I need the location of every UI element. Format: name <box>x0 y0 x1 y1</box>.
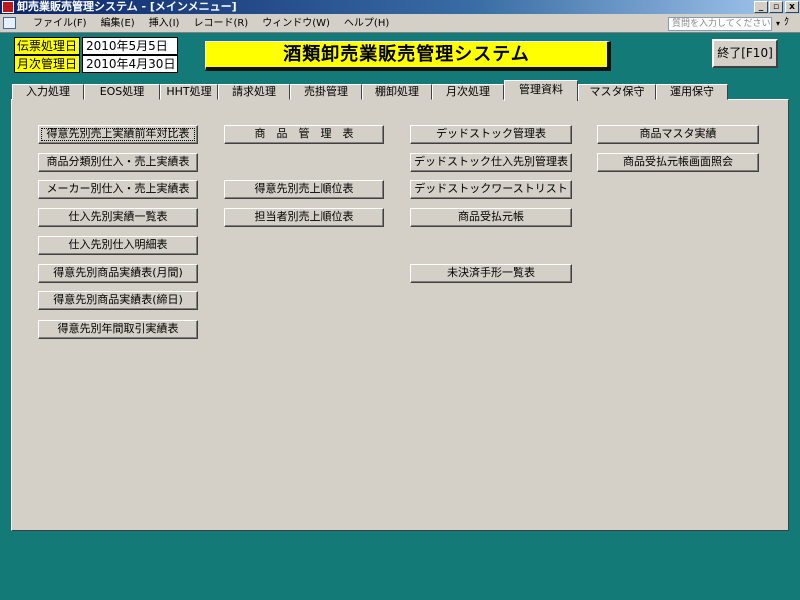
menu-insert[interactable]: 挿入(I) <box>142 14 187 33</box>
customer-sales-yoy-button[interactable]: 得意先別売上実績前年対比表 <box>38 125 198 144</box>
tab-input[interactable]: 入力処理 <box>12 84 84 100</box>
monthly-date-field[interactable]: 2010年4月30日 <box>82 55 178 73</box>
customer-annual-button[interactable]: 得意先別年間取引実績表 <box>38 320 198 339</box>
deadstock-management-button[interactable]: デッドストック管理表 <box>410 125 572 144</box>
window-title: 卸売業販売管理システム - [メインメニュー] <box>17 0 237 13</box>
exit-button[interactable]: 終了[F10] <box>712 39 778 68</box>
product-management-button[interactable]: 商 品 管 理 表 <box>224 125 384 144</box>
app-icon <box>2 1 14 13</box>
menu-list: ファイル(F) 編集(E) 挿入(I) レコード(R) ウィンドウ(W) ヘルプ… <box>26 14 396 33</box>
slip-date-label: 伝票処理日 <box>14 37 81 55</box>
tab-management-reports[interactable]: 管理資料 <box>504 80 578 101</box>
supplier-purchase-detail-button[interactable]: 仕入先別仕入明細表 <box>38 236 198 255</box>
product-master-results-button[interactable]: 商品マスタ実績 <box>597 125 759 144</box>
tab-billing[interactable]: 請求処理 <box>218 84 290 100</box>
customer-product-monthly-button[interactable]: 得意先別商品実績表(月間) <box>38 264 198 283</box>
product-ledger-inquiry-button[interactable]: 商品受払元帳画面照会 <box>597 153 759 172</box>
menu-window[interactable]: ウィンドウ(W) <box>255 14 337 33</box>
menu-edit[interactable]: 編集(E) <box>94 14 142 33</box>
system-title: 酒類卸売業販売管理システム <box>205 41 611 71</box>
menu-file[interactable]: ファイル(F) <box>26 14 94 33</box>
maker-sales-button[interactable]: メーカー別仕入・売上実績表 <box>38 180 198 199</box>
customer-sales-rank-button[interactable]: 得意先別売上順位表 <box>224 180 384 199</box>
tab-operation-maintenance[interactable]: 運用保守 <box>656 84 728 100</box>
tab-hht[interactable]: HHT処理 <box>160 84 218 100</box>
tab-eos[interactable]: EOS処理 <box>84 84 160 100</box>
chevron-down-icon[interactable]: ▾ <box>776 17 780 31</box>
title-bar: 卸売業販売管理システム - [メインメニュー] _ ▫ x <box>0 0 800 14</box>
deadstock-supplier-button[interactable]: デッドストック仕入先別管理表 <box>410 153 572 172</box>
tab-monthly[interactable]: 月次処理 <box>432 84 504 100</box>
slip-date-field[interactable]: 2010年5月5日 <box>82 37 178 55</box>
deadstock-worst-button[interactable]: デッドストックワーストリスト <box>410 180 572 199</box>
menu-record[interactable]: レコード(R) <box>186 14 255 33</box>
unsettled-bills-button[interactable]: 未決済手形一覧表 <box>410 264 572 283</box>
monthly-date-label: 月次管理日 <box>14 55 81 73</box>
minimize-button[interactable]: _ <box>754 1 768 13</box>
customer-product-closing-button[interactable]: 得意先別商品実績表(締日) <box>38 291 198 310</box>
supplier-results-button[interactable]: 仕入先別実績一覧表 <box>38 208 198 227</box>
category-sales-button[interactable]: 商品分類別仕入・売上実績表 <box>38 153 198 172</box>
staff-sales-rank-button[interactable]: 担当者別売上順位表 <box>224 208 384 227</box>
tab-master-maintenance[interactable]: マスタ保守 <box>578 84 656 100</box>
menu-bar: ファイル(F) 編集(E) 挿入(I) レコード(R) ウィンドウ(W) ヘルプ… <box>0 14 800 33</box>
tab-inventory[interactable]: 棚卸処理 <box>362 84 432 100</box>
doc-restore-button[interactable]: ｸ <box>784 16 789 30</box>
close-button[interactable]: x <box>785 1 799 13</box>
form-icon[interactable] <box>3 17 16 29</box>
product-ledger-button[interactable]: 商品受払元帳 <box>410 208 572 227</box>
menu-help[interactable]: ヘルプ(H) <box>337 14 396 33</box>
tab-bar: 入力処理 EOS処理 HHT処理 請求処理 売掛管理 棚卸処理 月次処理 管理資… <box>12 80 788 101</box>
help-search-input[interactable]: 質問を入力してください <box>668 17 772 31</box>
restore-button[interactable]: ▫ <box>769 1 783 13</box>
tab-receivables[interactable]: 売掛管理 <box>290 84 362 100</box>
